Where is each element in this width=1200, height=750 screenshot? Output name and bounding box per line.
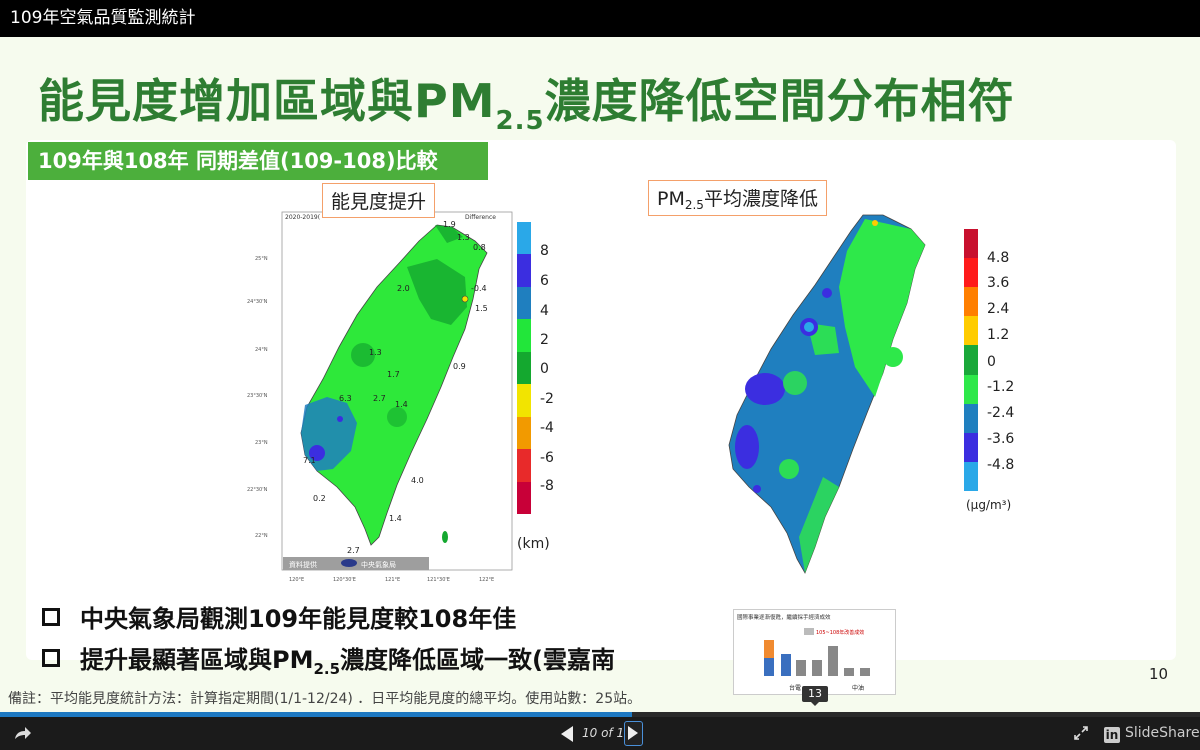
linkedin-icon: in <box>1104 727 1120 743</box>
scale-swatch <box>964 432 978 462</box>
svg-text:1.3: 1.3 <box>369 348 382 357</box>
scale-swatch <box>964 287 978 317</box>
pm25-color-scale <box>964 229 978 491</box>
svg-text:1.3: 1.3 <box>457 233 470 242</box>
scale-swatch <box>517 222 531 255</box>
scale-swatch <box>517 254 531 287</box>
svg-text:23°N: 23°N <box>255 440 268 446</box>
svg-text:2.7: 2.7 <box>347 546 360 555</box>
scale-swatch <box>964 229 978 259</box>
square-bullet-icon <box>42 608 60 626</box>
map-credit-org: 中央氣象局 <box>361 560 396 569</box>
pm25-unit: (μg/m³) <box>966 498 1012 512</box>
svg-text:22°30'N: 22°30'N <box>247 487 268 493</box>
svg-text:22°N: 22°N <box>255 533 268 539</box>
scale-swatch <box>964 403 978 433</box>
window-title: 109年空氣品質監測統計 <box>10 8 196 28</box>
svg-text:121°E: 121°E <box>385 577 400 583</box>
map-credit: 資料提供 <box>289 560 317 569</box>
svg-text:1.4: 1.4 <box>389 514 402 523</box>
svg-text:-0.4: -0.4 <box>471 284 487 293</box>
scale-swatch <box>517 286 531 320</box>
svg-text:24°N: 24°N <box>255 347 268 353</box>
scale-swatch <box>964 345 978 375</box>
svg-text:台電: 台電 <box>789 684 801 692</box>
svg-text:0.9: 0.9 <box>453 362 466 371</box>
scale-swatch <box>517 481 531 514</box>
slide-footnote: 備註：平均能見度統計方法：計算指定期間(1/1-12/24) ．日平均能見度的總… <box>8 691 642 707</box>
svg-text:2.7: 2.7 <box>373 394 386 403</box>
pm25-difference-map <box>728 214 926 574</box>
scale-swatch <box>517 449 531 482</box>
visibility-improved-label: 能見度提升 <box>322 183 436 218</box>
lon-labels: 120°E 120°30'E 121°E 121°30'E 122°E <box>289 577 494 583</box>
svg-text:0.8: 0.8 <box>473 243 486 252</box>
pm25-decrease-label: PM2.5平均濃度降低 <box>648 180 827 216</box>
next-slide-button[interactable] <box>624 721 643 746</box>
slide-page-number: 10 <box>1149 665 1169 683</box>
next-slide-thumbnail[interactable]: 國際事業逐漸復甦，繼續採手經濟成效 105~108年改善成效 台電 中油 <box>733 609 896 695</box>
bullet-item: 提升最顯著區域與PM2.5濃度降低區域一致(雲嘉南 <box>42 640 615 678</box>
svg-text:120°30'E: 120°30'E <box>333 577 356 583</box>
scale-swatch <box>517 384 531 417</box>
scale-swatch <box>964 374 978 404</box>
lat-labels: 25°N 24°30'N 24°N 23°30'N 23°N 22°30'N 2… <box>247 256 268 539</box>
svg-text:4.0: 4.0 <box>411 476 424 485</box>
visibility-unit: (km) <box>517 536 550 552</box>
map-header-left: 2020-2019( <box>285 214 320 221</box>
svg-text:120°E: 120°E <box>289 577 304 583</box>
bullet-item: 中央氣象局觀測109年能見度較108年佳 <box>42 599 516 634</box>
svg-text:中油: 中油 <box>852 684 864 692</box>
svg-text:25°N: 25°N <box>255 256 268 262</box>
svg-text:0.2: 0.2 <box>313 494 326 503</box>
svg-text:24°30'N: 24°30'N <box>247 299 268 305</box>
svg-text:1.9: 1.9 <box>443 220 456 229</box>
slide-canvas: 能見度增加區域與PM2.5濃度降低空間分布相符 109年與108年 同期差值(1… <box>0 37 1200 712</box>
scale-swatch <box>964 316 978 346</box>
window-title-bar: 109年空氣品質監測統計 <box>0 0 1200 37</box>
scale-swatch <box>517 319 531 352</box>
visibility-color-scale <box>517 222 531 514</box>
share-icon[interactable] <box>12 724 32 744</box>
slide-title: 能見度增加區域與PM2.5濃度降低空間分布相符 <box>38 74 1015 136</box>
svg-text:122°E: 122°E <box>479 577 494 583</box>
comparison-banner: 109年與108年 同期差值(109-108)比較 <box>28 142 488 180</box>
fullscreen-icon[interactable] <box>1074 726 1088 740</box>
svg-text:國際事業逐漸復甦，繼續採手經濟成效: 國際事業逐漸復甦，繼續採手經濟成效 <box>737 613 831 621</box>
cwb-logo-icon <box>341 559 357 567</box>
visibility-difference-map: 2020-2019( Difference 25°N 24°30'N 24°N … <box>247 211 513 583</box>
svg-text:2.0: 2.0 <box>397 284 410 293</box>
previous-slide-button[interactable] <box>559 725 575 743</box>
scale-swatch <box>517 416 531 450</box>
svg-text:121°30'E: 121°30'E <box>427 577 450 583</box>
scale-swatch <box>964 258 978 288</box>
content-panel <box>26 140 1176 660</box>
svg-text:23°30'N: 23°30'N <box>247 393 268 399</box>
scale-swatch <box>964 461 978 491</box>
svg-text:6.3: 6.3 <box>339 394 352 403</box>
slideshare-logo[interactable]: in SlideShare <box>1104 725 1200 743</box>
svg-text:105~108年改善成效: 105~108年改善成效 <box>816 629 864 636</box>
svg-text:1.5: 1.5 <box>475 304 488 313</box>
svg-text:7.1: 7.1 <box>303 456 316 465</box>
scale-swatch <box>517 351 531 385</box>
svg-text:1.7: 1.7 <box>387 370 400 379</box>
square-bullet-icon <box>42 649 60 667</box>
player-toolbar: 10 of 19 in SlideShare <box>0 717 1200 750</box>
map-header-right: Difference <box>465 214 496 221</box>
thumbnail-page-badge: 13 <box>802 686 828 706</box>
svg-text:1.4: 1.4 <box>395 400 408 409</box>
